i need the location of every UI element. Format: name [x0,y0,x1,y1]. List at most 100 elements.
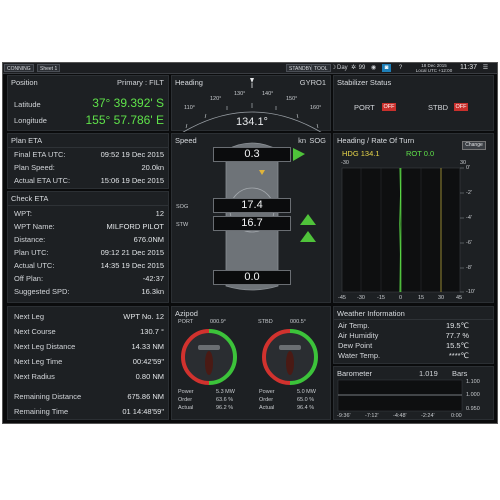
stw-value: 16.7 [213,216,291,231]
rot-x-tick: 0 [399,295,403,301]
top-bar: CONNING Sheet 1 STANDBY TOOL ☽ Day ✲ 99 … [3,63,497,74]
latitude-label: Latitude [14,100,41,109]
sog-up-arrow [300,214,316,225]
weather-value: 77.7 % [445,331,469,340]
stabilizer-port-state: OFF [382,103,396,111]
longitude-value: 155° 57.786' E [85,113,165,127]
weather-title: Weather Information [337,309,405,318]
menu-icon[interactable]: ☰ [481,64,490,72]
weather-panel: Weather Information Air Temp. 19.5℃ Air … [333,306,494,364]
check-eta-value: 14:35 19 Dec 2015 [100,261,164,270]
rot-x-tick: -15 [377,295,385,301]
stabilizer-port-label: PORT [354,103,375,112]
check-eta-value: 676.0NM [133,235,164,244]
stbd-order-value: 65.0 % [297,397,315,403]
rot-x-tick: -45 [338,295,346,301]
next-leg-value: WPT No. 12 [123,312,164,321]
plan-eta-value: 09:52 19 Dec 2015 [100,150,164,159]
azipod-port-gauge [181,329,237,385]
check-eta-value: 12 [155,209,164,218]
tool-button[interactable]: TOOL [311,64,331,72]
latitude-value: 37° 39.392' S [92,96,164,110]
port-power-value: 5.3 MW [216,389,235,395]
buzzer-icon[interactable]: ◉ [369,64,378,72]
azipod-panel: Azipod PORT 000.9° STBD 000.5° Power 5.3… [171,306,331,420]
check-eta-label: Actual UTC: [14,261,55,270]
heading-tick: 150° [286,96,298,102]
rot-y-tick: -6' [466,240,472,246]
plan-eta-label: Actual ETA UTC: [14,176,71,185]
barometer-panel: Barometer 1.019 Bars 1.100 1.000 0.950 -… [333,366,494,420]
next-leg-label: Next Leg Time [14,357,63,366]
rot-y-tick: -10' [466,289,475,295]
next-leg-value: 00:42'59" [132,357,164,366]
rot-y-tick: -4' [466,215,472,221]
plan-eta-label: Plan Speed: [14,163,55,172]
next-leg-label: Next Leg Distance [14,342,76,351]
weather-value: 19.5℃ [445,321,469,330]
next-leg-label: Remaining Time [14,407,69,416]
conning-menu-button[interactable]: CONNING [4,64,34,72]
port-order-label: Order [178,397,193,403]
rot-x-tick: -30 [357,295,365,301]
azipod-stbd-gauge [262,329,318,385]
next-leg-panel: Next Leg WPT No. 12 Next Course 130.7 ° … [7,306,169,420]
barometer-x-tick: 0:00 [451,413,462,419]
rot-y-tick: 0' [466,165,471,171]
date-display: 18 Dec 2015 Local UTC +12:00 [415,63,453,73]
stw-label: STW [176,222,189,228]
position-title: Position [11,78,38,87]
port-actual-value: 96.2 % [216,405,234,411]
plan-eta-value: 20.0kn [141,163,164,172]
port-power-label: Power [178,389,194,395]
weather-value: 15.5℃ [445,341,469,350]
speed-bottom-value: 0.0 [213,270,291,285]
check-eta-panel: Check ETA WPT: 12 WPT Name: MILFORD PILO… [7,191,169,303]
help-icon[interactable]: ? [396,64,405,72]
heading-tick: 120° [210,96,222,102]
next-leg-value: 130.7 ° [140,327,164,336]
heading-tick: 110° [184,105,195,111]
azipod-gauges [181,329,318,385]
stw-up-arrow [300,231,316,242]
stbd-order-label: Order [259,397,274,403]
longitude-label: Longitude [14,116,47,125]
camera-icon[interactable]: ◙ [382,64,391,72]
next-leg-label: Next Course [14,327,56,336]
sog-value: 17.4 [213,198,291,213]
local-utc-text: Local UTC +12:00 [415,68,453,73]
stbd-power-value: 5.0 MW [297,389,316,395]
stbd-actual-label: Actual [259,405,275,411]
weather-label: Air Temp. [338,321,370,330]
next-leg-value: 0.80 NM [135,372,164,381]
check-eta-label: Distance: [14,235,46,244]
barometer-x-tick: -7:12' [365,413,379,419]
stabilizer-panel: Stabilizer Status PORT OFF STBD OFF [333,75,494,131]
day-label[interactable]: Day [337,64,348,72]
check-eta-label: Suggested SPD: [14,287,70,296]
heading-tick: 130° [234,91,246,97]
barometer-y-tick: 0.950 [466,406,480,412]
stabilizer-stbd-label: STBD [428,103,449,112]
heading-value: 134.1° [236,116,268,128]
rate-of-turn-panel: Heading / Rate Of Turn HDG 134.1 ROT 0.0… [333,133,494,303]
plan-eta-value: 15:06 19 Dec 2015 [100,176,164,185]
speed-forward-arrow [293,148,305,161]
brightness-value: 99 [358,65,366,71]
barometer-y-tick: 1.100 [466,379,480,385]
next-leg-value: 14.33 NM [131,342,164,351]
port-order-value: 63.6 % [216,397,234,403]
rot-x-tick: 15 [418,295,425,301]
port-actual-label: Actual [178,405,194,411]
stbd-actual-value: 96.4 % [297,405,315,411]
check-eta-label: Off Plan: [14,274,44,283]
rot-x-tick: 30 [438,295,445,301]
sheet-tab[interactable]: Sheet 1 [37,64,61,72]
heading-panel: Heading GYRO1 110° 120° 130° 140° 150° 1… [171,75,331,132]
barometer-y-tick: 1.000 [466,392,480,398]
next-leg-label: Next Leg [14,312,45,321]
check-eta-value: MILFORD PILOT [106,222,164,231]
heading-tick: 140° [262,91,274,97]
check-eta-value: 16.3kn [141,287,164,296]
barometer-x-tick: -4:48' [393,413,407,419]
